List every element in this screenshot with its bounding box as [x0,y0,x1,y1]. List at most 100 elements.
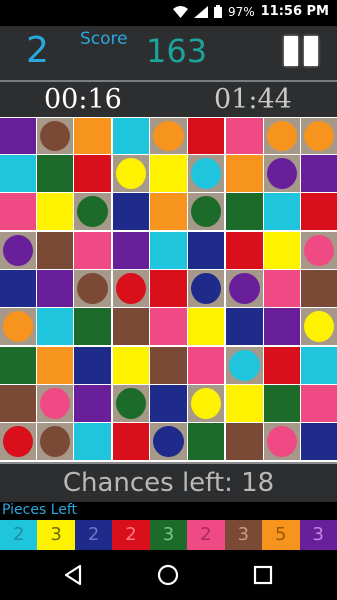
board-cell[interactable] [0,155,36,192]
board-cell[interactable] [0,423,36,460]
circle-piece [3,311,33,342]
back-icon[interactable] [62,563,86,587]
square-piece [301,423,337,460]
board-cell[interactable] [264,270,300,307]
circle-piece [116,388,146,419]
board-cell[interactable] [0,232,36,269]
board-cell[interactable] [264,155,300,192]
board-cell[interactable] [37,385,73,422]
board-cell[interactable] [188,385,224,422]
board-cell[interactable] [226,423,263,460]
board-cell[interactable] [113,385,149,422]
board-cell[interactable] [0,193,36,230]
board-cell[interactable] [74,423,111,460]
chances-bar: Chances left: 18 [0,462,337,502]
board-cell[interactable] [74,155,111,192]
home-icon[interactable] [156,563,180,587]
board-cell[interactable] [37,193,73,230]
board-cell[interactable] [301,193,337,230]
square-piece [150,308,187,345]
board-cell[interactable] [150,423,187,460]
timer-bar: 00:16 01:44 [0,80,337,117]
board-cell[interactable] [113,423,149,460]
board-cell[interactable] [0,347,36,384]
board-cell[interactable] [74,385,111,422]
board-cell[interactable] [226,308,263,345]
board-cell[interactable] [150,118,187,154]
board-cell[interactable] [150,232,187,269]
board-cell[interactable] [188,270,224,307]
board-cell[interactable] [0,270,36,307]
board-cell[interactable] [74,232,111,269]
board-cell[interactable] [188,347,224,384]
board-cell[interactable] [301,270,337,307]
pause-button[interactable] [282,36,322,70]
board-cell[interactable] [150,193,187,230]
board-cell[interactable] [37,347,73,384]
board-cell[interactable] [301,308,337,345]
board-cell[interactable] [226,155,263,192]
level-number: 2 [26,30,49,71]
board-cell[interactable] [188,193,224,230]
board-cell[interactable] [74,308,111,345]
board-cell[interactable] [188,423,224,460]
board-cell[interactable] [150,270,187,307]
board-cell[interactable] [74,347,111,384]
board-cell[interactable] [37,308,73,345]
board-cell[interactable] [264,308,300,345]
board-cell[interactable] [226,232,263,269]
board-cell[interactable] [301,155,337,192]
board-cell[interactable] [301,423,337,460]
board-cell[interactable] [264,385,300,422]
board-cell[interactable] [226,270,263,307]
board-cell[interactable] [74,193,111,230]
board-cell[interactable] [74,270,111,307]
board-cell[interactable] [113,270,149,307]
board-cell[interactable] [113,155,149,192]
board-cell[interactable] [188,118,224,154]
pause-icon-bar [304,36,318,66]
board-cell[interactable] [113,308,149,345]
board-cell[interactable] [226,118,263,154]
pieces-left-count: 3 [37,520,75,550]
board-cell[interactable] [0,308,36,345]
board-cell[interactable] [188,232,224,269]
board-cell[interactable] [264,118,300,154]
circle-piece [267,426,297,457]
board-cell[interactable] [264,193,300,230]
board-cell[interactable] [37,270,73,307]
board-cell[interactable] [113,347,149,384]
board-cell[interactable] [226,385,263,422]
board-cell[interactable] [37,118,73,154]
board-cell[interactable] [188,308,224,345]
board-cell[interactable] [0,118,36,154]
board-cell[interactable] [150,308,187,345]
board-cell[interactable] [150,155,187,192]
board-cell[interactable] [150,347,187,384]
board-cell[interactable] [113,118,149,154]
board-cell[interactable] [74,118,111,154]
board-cell[interactable] [301,385,337,422]
board-cell[interactable] [264,232,300,269]
pieces-left-count: 5 [262,520,300,550]
board-cell[interactable] [113,232,149,269]
square-piece [113,118,149,154]
board-cell[interactable] [226,193,263,230]
board-cell[interactable] [0,385,36,422]
square-piece [113,347,149,384]
board-cell[interactable] [301,347,337,384]
board-cell[interactable] [301,232,337,269]
circle-piece [40,388,70,419]
board-cell[interactable] [188,155,224,192]
recents-icon[interactable] [251,563,275,587]
board-cell[interactable] [264,423,300,460]
board-cell[interactable] [37,155,73,192]
board-cell[interactable] [113,193,149,230]
square-piece [74,385,111,422]
board-cell[interactable] [301,118,337,154]
board-cell[interactable] [226,347,263,384]
board-cell[interactable] [264,347,300,384]
board-cell[interactable] [37,423,73,460]
board-cell[interactable] [150,385,187,422]
board-cell[interactable] [37,232,73,269]
